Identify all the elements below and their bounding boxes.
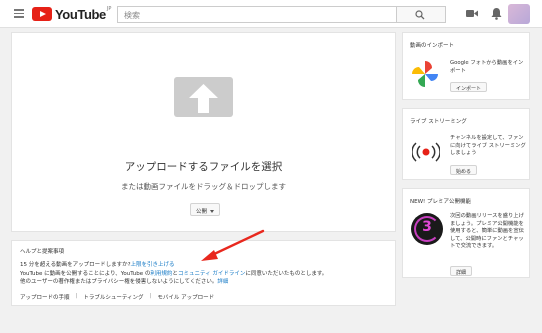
- import-title: 動画のインポート: [410, 43, 455, 49]
- search-icon: [415, 10, 425, 20]
- upload-title: アップロードするファイルを選択: [124, 161, 283, 173]
- terms-link[interactable]: 利用規約: [150, 271, 172, 277]
- upload-arrow-icon[interactable]: [174, 77, 233, 117]
- help-panel: ヘルプと提案事項 15 分を超える動画をアップロードしますか?上限を引き上げる …: [11, 240, 396, 306]
- logo-region: JP: [106, 6, 112, 12]
- help-text: 他のユーザーの著作権またはプライバシー権を侵害しないようにしてください。: [20, 279, 218, 285]
- import-card: 動画のインポート Google フォトから動画をインポート インポート: [402, 32, 530, 100]
- youtube-play-icon: [32, 7, 52, 21]
- help-title: ヘルプと提案事項: [20, 249, 65, 255]
- live-broadcast-icon: [412, 142, 440, 162]
- divider: |: [149, 292, 152, 299]
- countdown-icon: 3: [411, 213, 443, 245]
- avatar[interactable]: [508, 4, 530, 24]
- upload-panel[interactable]: アップロードするファイルを選択 または動画ファイルをドラッグ＆ドロップします 公…: [11, 32, 396, 232]
- help-links: アップロードの手順 | トラブルシューティング | モバイル アップロード: [20, 293, 387, 301]
- live-text: チャンネルを設定して、ファンに向けてライブ ストリーミングしましょう: [450, 135, 526, 156]
- divider: |: [75, 292, 78, 299]
- logo-text: YouTube: [55, 6, 106, 22]
- mobile-upload-link[interactable]: モバイル アップロード: [157, 293, 214, 301]
- premiere-card: NEW! プレミア公開機能 3 次回の動画リリースを盛り上げましょう。プレミア公…: [402, 188, 530, 278]
- help-text: 15 分を超える動画をアップロードしますか?: [20, 262, 131, 268]
- search-button[interactable]: [397, 6, 446, 23]
- help-line-3: 他のユーザーの著作権またはプライバシー権を侵害しないようにしてください。詳細: [20, 278, 387, 287]
- google-photos-icon: [412, 61, 438, 87]
- premiere-title: NEW! プレミア公開機能: [410, 199, 471, 205]
- menu-icon[interactable]: [14, 9, 24, 18]
- caret-down-icon: [210, 210, 215, 213]
- video-camera-icon[interactable]: [466, 9, 478, 18]
- help-line-1: 15 分を超える動画をアップロードしますか?上限を引き上げる: [20, 261, 387, 270]
- guidelines-link[interactable]: コミュニティ ガイドライン: [178, 271, 245, 277]
- bell-icon[interactable]: [491, 7, 502, 20]
- privacy-label: 公開: [196, 209, 208, 215]
- top-bar: YouTube JP 検索: [0, 0, 542, 28]
- get-started-button[interactable]: 始める: [450, 165, 478, 175]
- upload-subtitle: または動画ファイルをドラッグ＆ドロップします: [121, 182, 286, 191]
- live-streaming-card: ライブ ストリーミング チャンネルを設定して、ファンに向けてライブ ストリーミン…: [402, 108, 530, 180]
- live-title: ライブ ストリーミング: [410, 119, 467, 125]
- youtube-logo[interactable]: YouTube JP: [32, 6, 112, 22]
- learn-more-button[interactable]: 詳細: [450, 266, 473, 276]
- help-text: に同意いただいたものとします。: [245, 270, 328, 277]
- privacy-select[interactable]: 公開: [190, 203, 220, 216]
- premiere-text: 次回の動画リリースを盛り上げましょう。プレミア公開機能を使用すると、簡単に動画を…: [450, 213, 524, 249]
- help-text: YouTube に動画を公開することにより、YouTube の: [20, 270, 151, 277]
- troubleshooting-link[interactable]: トラブルシューティング: [83, 293, 143, 301]
- learn-more-link[interactable]: 詳細: [217, 279, 228, 285]
- import-button[interactable]: インポート: [450, 82, 488, 92]
- countdown-number: 3: [422, 219, 432, 235]
- search-input[interactable]: 検索: [117, 6, 397, 23]
- upload-steps-link[interactable]: アップロードの手順: [20, 293, 70, 301]
- raise-limit-link[interactable]: 上限を引き上げる: [131, 262, 175, 268]
- import-text: Google フォトから動画をインポート: [450, 60, 524, 74]
- help-line-2: YouTube に動画を公開することにより、YouTube の利用規約とコミュニ…: [20, 270, 387, 279]
